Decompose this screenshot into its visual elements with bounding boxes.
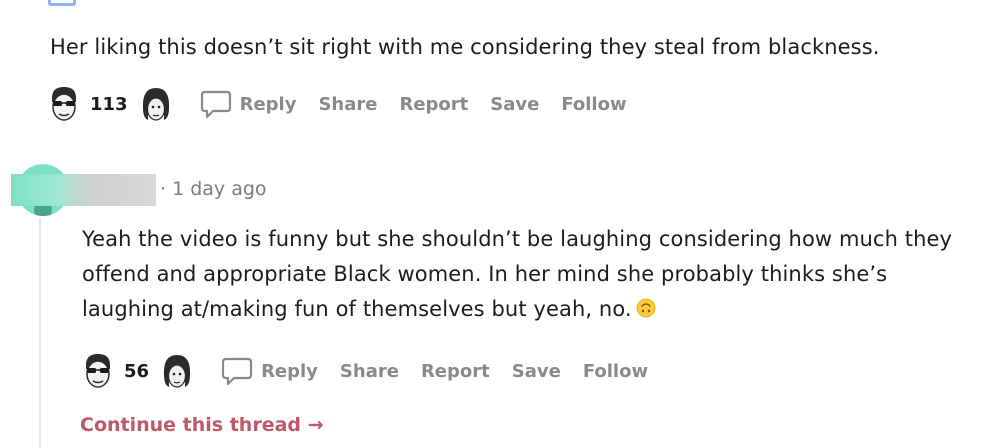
speech-bubble-icon[interactable] <box>200 89 232 119</box>
username-redacted <box>11 174 156 206</box>
save-button[interactable]: Save <box>512 361 561 382</box>
report-button[interactable]: Report <box>421 361 490 382</box>
comment-body: Yeah the video is funny but she shouldn’… <box>82 222 982 327</box>
reply-button[interactable]: Reply <box>240 94 297 115</box>
report-button[interactable]: Report <box>399 94 468 115</box>
speech-bubble-icon[interactable] <box>221 356 253 386</box>
comment-action-bar: 113 Reply Share Report Save Follow <box>46 84 649 124</box>
follow-button[interactable]: Follow <box>561 94 626 115</box>
downvote-icon[interactable] <box>138 84 174 124</box>
reply-button[interactable]: Reply <box>261 361 318 382</box>
comment-text: Yeah the video is funny but she shouldn’… <box>82 227 953 321</box>
follow-button[interactable]: Follow <box>583 361 648 382</box>
vote-score: 56 <box>124 360 150 382</box>
upvote-icon[interactable] <box>80 351 116 391</box>
upside-down-face-emoji-icon <box>636 298 656 318</box>
previous-avatar-fragment <box>48 0 76 6</box>
share-button[interactable]: Share <box>340 361 399 382</box>
vote-score: 113 <box>90 93 128 115</box>
upvote-icon[interactable] <box>46 84 82 124</box>
comment-body: Her liking this doesn’t sit right with m… <box>50 35 880 59</box>
share-button[interactable]: Share <box>318 94 377 115</box>
downvote-icon[interactable] <box>159 351 195 391</box>
continue-thread-link[interactable]: Continue this thread → <box>80 414 324 436</box>
comment-timestamp: · 1 day ago <box>160 178 267 200</box>
comment-action-bar: 56 Reply Share Report Save Follow <box>80 351 670 391</box>
save-button[interactable]: Save <box>490 94 539 115</box>
thread-line[interactable] <box>39 218 41 448</box>
